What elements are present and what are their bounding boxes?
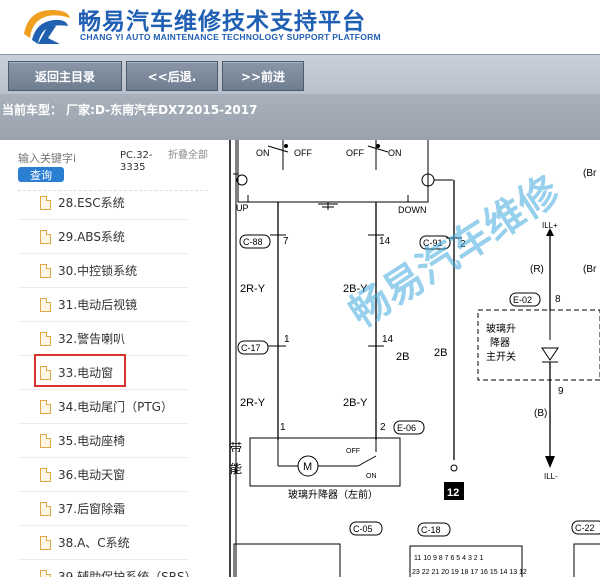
- brand-logo-icon: [24, 10, 70, 44]
- ground-point-12: 12: [447, 487, 459, 499]
- switch-off-label-2: OFF: [346, 148, 364, 158]
- wire-2ry-label: 2R-Y: [240, 283, 266, 295]
- tree-item-label: 35.电动座椅: [58, 434, 126, 448]
- wiring-diagram[interactable]: ON OFF OFF ON (Br UP DOWN C-88 7 14 C-91…: [228, 140, 600, 577]
- connector-c18: C-18: [421, 525, 441, 535]
- tree-item-label: 30.中控锁系统: [58, 264, 138, 278]
- tree-item-label: 34.电动尾门（PTG）: [58, 400, 173, 414]
- tree-item-power-mirror[interactable]: 31.电动后视镜: [18, 288, 188, 322]
- tree-item-label: 32.警告喇叭: [58, 332, 126, 346]
- switch-on-label: ON: [256, 148, 270, 158]
- document-icon: [40, 434, 51, 448]
- app-header: 畅易汽车维修技术支持平台 CHANG YI AUTO MAINTENANCE T…: [0, 0, 600, 54]
- back-button[interactable]: <<后退.: [126, 61, 218, 91]
- switch-on-label-2: ON: [388, 148, 402, 158]
- pin-1: 1: [284, 334, 290, 345]
- wire-2b-label: 2B: [396, 351, 409, 363]
- tree-item-label: 31.电动后视镜: [58, 298, 138, 312]
- document-icon: [40, 332, 51, 346]
- home-button[interactable]: 返回主目录: [8, 61, 122, 91]
- vehicle-bar: 当前车型： 厂家:D-东南汽车DX72015-2017: [0, 94, 600, 140]
- tree-item-label: 38.A、C系统: [58, 536, 130, 550]
- tree-item-sunroof[interactable]: 36.电动天窗: [18, 458, 188, 492]
- with-label-2: 能: [230, 462, 242, 476]
- tree-item-power-tailgate[interactable]: 34.电动尾门（PTG）: [18, 390, 188, 424]
- pin-8: 8: [555, 294, 561, 305]
- wire-2ry-label-2: 2R-Y: [240, 397, 266, 409]
- pin-1b: 1: [280, 422, 286, 433]
- search-input[interactable]: [18, 150, 114, 166]
- selected-item-highlight: [34, 354, 126, 387]
- connector-c05: C-05: [353, 524, 373, 534]
- tree-item-abs[interactable]: 29.ABS系统: [18, 220, 188, 254]
- master-switch-label-1: 玻璃升: [486, 322, 516, 335]
- wire-black-label: (B): [534, 408, 547, 419]
- document-icon: [40, 400, 51, 414]
- regulator-off-label: OFF: [346, 448, 360, 455]
- switch-off-label: OFF: [294, 148, 312, 158]
- regulator-label: 玻璃升降器（左前）: [288, 488, 378, 501]
- document-icon: [40, 468, 51, 482]
- tree-item-label: 39.辅助保护系统（SRS）: [58, 570, 197, 577]
- motor-symbol: M: [303, 461, 312, 473]
- connector-e02: E-02: [513, 295, 532, 305]
- ill-minus-label: ILL-: [544, 472, 558, 481]
- tree-item-esc[interactable]: 28.ESC系统: [18, 186, 188, 220]
- pin-14b: 14: [382, 334, 394, 345]
- document-icon: [40, 502, 51, 516]
- connector-pin-row-1: 11 10 9 8 7 6 5 4 3 2 1: [414, 555, 484, 562]
- document-icon: [40, 230, 51, 244]
- tree-item-rear-defrost[interactable]: 37.后窗除霜: [18, 492, 188, 526]
- current-vehicle-label: 当前车型： 厂家:D-东南汽车DX72015-2017: [2, 103, 258, 117]
- document-icon: [40, 570, 51, 577]
- connector-c22: C-22: [575, 523, 595, 533]
- pc-code-label: PC.32-3335: [120, 150, 153, 173]
- tree-item-central-lock[interactable]: 30.中控锁系统: [18, 254, 188, 288]
- connector-c17: C-17: [241, 343, 261, 353]
- pin-9: 9: [558, 386, 564, 397]
- pin-7: 7: [283, 236, 289, 247]
- with-label-1: 带: [230, 441, 242, 455]
- tree-item-label: 28.ESC系统: [58, 196, 125, 210]
- collapse-all-link[interactable]: 折叠全部: [168, 150, 208, 162]
- tree-item-label: 36.电动天窗: [58, 468, 126, 482]
- document-icon: [40, 196, 51, 210]
- connector-e06: E-06: [397, 423, 416, 433]
- pin-14: 14: [379, 236, 391, 247]
- app-title: 畅易汽车维修技术支持平台: [78, 9, 366, 35]
- tree-item-label: 37.后窗除霜: [58, 502, 126, 516]
- forward-button[interactable]: >>前进: [222, 61, 304, 91]
- tree-item-power-seat[interactable]: 35.电动座椅: [18, 424, 188, 458]
- tree-item-srs[interactable]: 39.辅助保护系统（SRS）: [18, 560, 197, 577]
- nav-toolbar: 返回主目录 <<后退. >>前进: [0, 54, 600, 95]
- connector-c88: C-88: [243, 237, 263, 247]
- tree-item-horn[interactable]: 32.警告喇叭: [18, 322, 188, 356]
- tree-item-label: 29.ABS系统: [58, 230, 125, 244]
- tree-item-ac-system[interactable]: 38.A、C系统: [18, 526, 188, 560]
- document-icon: [40, 264, 51, 278]
- down-label: DOWN: [398, 205, 427, 215]
- document-icon: [40, 536, 51, 550]
- master-switch-label-3: 主开关: [486, 350, 516, 363]
- wire-2by-label-2: 2B-Y: [343, 397, 368, 409]
- connector-pin-row-2: 23 22 21 20 19 18 17 16 15 14 13 12: [412, 569, 527, 576]
- up-label: UP: [236, 203, 249, 213]
- master-switch-label-2: 降器: [490, 336, 510, 349]
- search-button[interactable]: 查询: [18, 167, 64, 182]
- document-icon: [40, 298, 51, 312]
- wire-2b-label-2: 2B: [434, 347, 447, 359]
- wire-brown-label: (Br: [583, 264, 597, 275]
- regulator-on-label: ON: [366, 473, 377, 480]
- pin-2b: 2: [380, 422, 386, 433]
- wire-red-label: (R): [530, 264, 544, 275]
- wire-color-label: (Br: [583, 168, 597, 179]
- app-subtitle: CHANG YI AUTO MAINTENANCE TECHNOLOGY SUP…: [80, 32, 381, 42]
